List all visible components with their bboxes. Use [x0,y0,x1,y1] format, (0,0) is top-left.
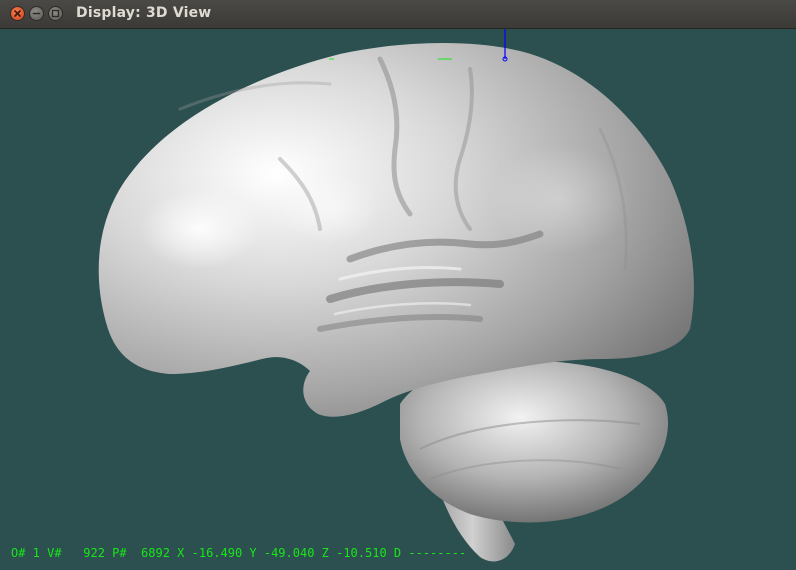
maximize-button[interactable] [48,6,63,21]
brain-surface-render [98,29,694,562]
close-button[interactable] [10,6,25,21]
title-bar[interactable]: Display: 3D View [0,0,796,29]
app-window: Display: 3D View O# 1 V# 922 P# 6892 X -… [0,0,796,570]
status-readout: O# 1 V# 922 P# 6892 X -16.490 Y -49.040 … [11,546,467,560]
close-icon [14,10,21,17]
minimize-button[interactable] [29,6,44,21]
minimize-icon [32,12,41,15]
maximize-icon [51,9,60,18]
window-title: Display: 3D View [76,5,212,21]
3d-viewport[interactable] [0,29,796,570]
cerebellum [400,360,668,523]
